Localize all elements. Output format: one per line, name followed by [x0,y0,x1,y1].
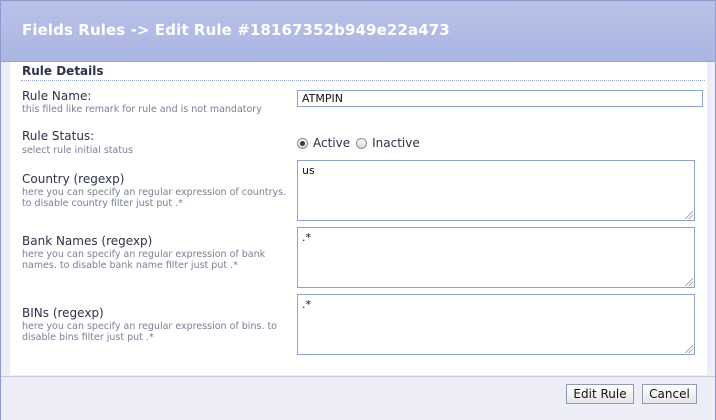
bins-value: .* [302,298,311,311]
rule-status-radio-group: Active Inactive [297,136,426,150]
edit-rule-button[interactable]: Edit Rule [566,384,634,404]
country-hint: here you can specify an regular expressi… [22,187,287,209]
section-title: Rule Details [22,64,104,78]
cancel-button[interactable]: Cancel [642,384,697,404]
edit-rule-dialog: Fields Rules -> Edit Rule #18167352b949e… [0,0,716,420]
radio-selected-dot [300,140,305,146]
rule-status-label: Rule Status: [22,129,95,143]
rule-name-label: Rule Name: [22,89,92,103]
rule-name-hint: this filed like remark for rule and is n… [22,104,262,115]
bank-names-hint: here you can specify an regular expressi… [22,249,266,271]
dialog-footer: Edit Rule Cancel [1,376,715,420]
rule-form: Rule Details Rule Name: this filed like … [10,62,707,375]
section-divider [21,80,705,81]
status-active-radio[interactable] [297,137,308,149]
bank-names-value: .* [302,231,311,244]
country-value: us [302,164,315,177]
dialog-title: Fields Rules -> Edit Rule #18167352b949e… [22,21,450,39]
status-inactive-label[interactable]: Inactive [372,136,420,150]
resize-grip-icon[interactable] [685,278,693,286]
resize-grip-icon[interactable] [685,345,693,353]
country-textarea[interactable]: us [297,160,695,221]
title-bar: Fields Rules -> Edit Rule #18167352b949e… [1,1,715,62]
bins-textarea[interactable]: .* [297,294,695,355]
resize-grip-icon[interactable] [685,211,693,219]
status-active-label[interactable]: Active [313,136,350,150]
bank-names-label: Bank Names (regexp) [22,234,153,248]
bank-names-textarea[interactable]: .* [297,227,695,288]
rule-status-hint: select rule initial status [22,145,134,156]
country-label: Country (regexp) [22,172,125,186]
status-inactive-radio[interactable] [356,137,368,149]
bins-label: BINs (regexp) [22,306,104,320]
rule-name-input[interactable]: ATMPIN [297,90,703,107]
bins-hint: here you can specify an regular expressi… [22,321,277,343]
